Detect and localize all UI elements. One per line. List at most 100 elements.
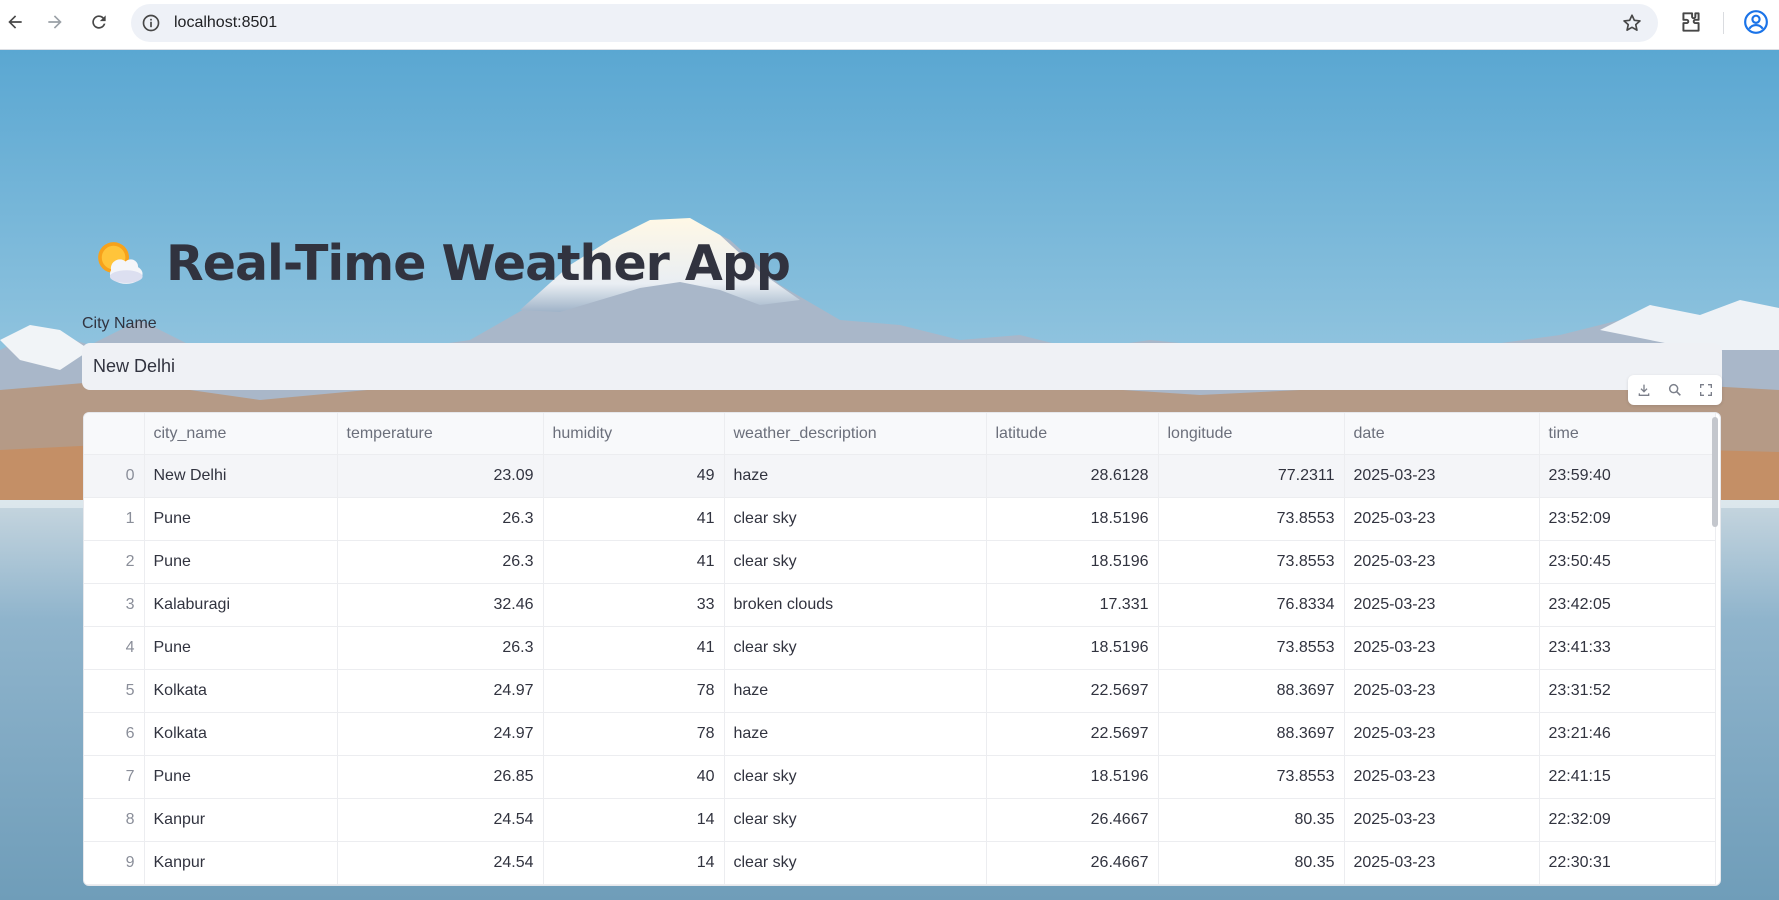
cell-date[interactable]: 2025-03-23 — [1344, 540, 1540, 584]
cell-city-name[interactable]: Kalaburagi — [144, 583, 338, 627]
city-name-input[interactable] — [82, 343, 1722, 390]
row-index[interactable]: 6 — [84, 712, 145, 756]
cell-temperature[interactable]: 24.54 — [337, 841, 544, 885]
table-row[interactable]: 7 Pune 26.85 40 clear sky 18.5196 73.855… — [84, 755, 1716, 799]
download-icon[interactable] — [1636, 382, 1652, 398]
cell-humidity[interactable]: 33 — [543, 583, 725, 627]
cell-latitude[interactable]: 17.331 — [986, 583, 1159, 627]
row-index[interactable]: 4 — [84, 626, 145, 670]
cell-weather-description[interactable]: clear sky — [724, 626, 987, 670]
cell-weather-description[interactable]: broken clouds — [724, 583, 987, 627]
info-icon[interactable] — [141, 13, 161, 33]
cell-humidity[interactable]: 41 — [543, 540, 725, 584]
cell-longitude[interactable]: 73.8553 — [1158, 755, 1345, 799]
cell-temperature[interactable]: 26.85 — [337, 755, 544, 799]
cell-humidity[interactable]: 14 — [543, 798, 725, 842]
cell-date[interactable]: 2025-03-23 — [1344, 583, 1540, 627]
cell-weather-description[interactable]: haze — [724, 712, 987, 756]
cell-longitude[interactable]: 73.8553 — [1158, 626, 1345, 670]
cell-latitude[interactable]: 26.4667 — [986, 841, 1159, 885]
cell-latitude[interactable]: 18.5196 — [986, 497, 1159, 541]
cell-latitude[interactable]: 22.5697 — [986, 669, 1159, 713]
cell-humidity[interactable]: 78 — [543, 712, 725, 756]
cell-city-name[interactable]: Pune — [144, 755, 338, 799]
cell-time[interactable]: 23:42:05 — [1539, 583, 1716, 627]
column-header-latitude[interactable]: latitude — [986, 413, 1159, 455]
cell-time[interactable]: 23:52:09 — [1539, 497, 1716, 541]
reload-icon[interactable] — [84, 7, 114, 37]
cell-time[interactable]: 23:50:45 — [1539, 540, 1716, 584]
row-index[interactable]: 0 — [84, 454, 145, 498]
row-index[interactable]: 8 — [84, 798, 145, 842]
cell-longitude[interactable]: 73.8553 — [1158, 497, 1345, 541]
column-header-time[interactable]: time — [1539, 413, 1716, 455]
cell-temperature[interactable]: 23.09 — [337, 454, 544, 498]
cell-weather-description[interactable]: haze — [724, 454, 987, 498]
cell-weather-description[interactable]: clear sky — [724, 841, 987, 885]
cell-humidity[interactable]: 41 — [543, 497, 725, 541]
cell-date[interactable]: 2025-03-23 — [1344, 626, 1540, 670]
cell-temperature[interactable]: 26.3 — [337, 540, 544, 584]
cell-city-name[interactable]: Pune — [144, 497, 338, 541]
cell-city-name[interactable]: Kolkata — [144, 669, 338, 713]
cell-date[interactable]: 2025-03-23 — [1344, 669, 1540, 713]
cell-temperature[interactable]: 32.46 — [337, 583, 544, 627]
cell-weather-description[interactable]: clear sky — [724, 755, 987, 799]
row-index[interactable]: 5 — [84, 669, 145, 713]
cell-longitude[interactable]: 73.8553 — [1158, 540, 1345, 584]
cell-city-name[interactable]: Kanpur — [144, 798, 338, 842]
row-index[interactable]: 7 — [84, 755, 145, 799]
cell-date[interactable]: 2025-03-23 — [1344, 497, 1540, 541]
cell-date[interactable]: 2025-03-23 — [1344, 712, 1540, 756]
cell-latitude[interactable]: 22.5697 — [986, 712, 1159, 756]
cell-longitude[interactable]: 88.3697 — [1158, 712, 1345, 756]
cell-weather-description[interactable]: haze — [724, 669, 987, 713]
table-row[interactable]: 2 Pune 26.3 41 clear sky 18.5196 73.8553… — [84, 540, 1716, 584]
row-index[interactable]: 1 — [84, 497, 145, 541]
column-header-city-name[interactable]: city_name — [144, 413, 338, 455]
table-scrollbar[interactable] — [1712, 417, 1718, 527]
cell-date[interactable]: 2025-03-23 — [1344, 755, 1540, 799]
cell-longitude[interactable]: 77.2311 — [1158, 454, 1345, 498]
table-row[interactable]: 6 Kolkata 24.97 78 haze 22.5697 88.3697 … — [84, 712, 1716, 756]
cell-longitude[interactable]: 80.35 — [1158, 798, 1345, 842]
cell-weather-description[interactable]: clear sky — [724, 798, 987, 842]
cell-city-name[interactable]: Pune — [144, 626, 338, 670]
cell-temperature[interactable]: 26.3 — [337, 626, 544, 670]
cell-date[interactable]: 2025-03-23 — [1344, 841, 1540, 885]
weather-dataframe[interactable]: city_name temperature humidity weather_d… — [83, 412, 1721, 886]
table-row[interactable]: 1 Pune 26.3 41 clear sky 18.5196 73.8553… — [84, 497, 1716, 541]
table-row[interactable]: 9 Kanpur 24.54 14 clear sky 26.4667 80.3… — [84, 841, 1716, 885]
cell-city-name[interactable]: Kolkata — [144, 712, 338, 756]
cell-temperature[interactable]: 24.97 — [337, 669, 544, 713]
column-header-longitude[interactable]: longitude — [1158, 413, 1345, 455]
cell-time[interactable]: 23:21:46 — [1539, 712, 1716, 756]
cell-longitude[interactable]: 76.8334 — [1158, 583, 1345, 627]
cell-latitude[interactable]: 18.5196 — [986, 626, 1159, 670]
url-text[interactable]: localhost:8501 — [174, 14, 277, 32]
cell-temperature[interactable]: 24.97 — [337, 712, 544, 756]
address-bar[interactable]: localhost:8501 — [131, 4, 1658, 42]
cell-city-name[interactable]: New Delhi — [144, 454, 338, 498]
cell-time[interactable]: 22:32:09 — [1539, 798, 1716, 842]
cell-city-name[interactable]: Kanpur — [144, 841, 338, 885]
cell-temperature[interactable]: 24.54 — [337, 798, 544, 842]
cell-humidity[interactable]: 49 — [543, 454, 725, 498]
search-icon[interactable] — [1667, 382, 1683, 398]
table-row[interactable]: 3 Kalaburagi 32.46 33 broken clouds 17.3… — [84, 583, 1716, 627]
cell-date[interactable]: 2025-03-23 — [1344, 454, 1540, 498]
row-index[interactable]: 3 — [84, 583, 145, 627]
row-index[interactable]: 2 — [84, 540, 145, 584]
column-header-temperature[interactable]: temperature — [337, 413, 544, 455]
cell-humidity[interactable]: 40 — [543, 755, 725, 799]
cell-latitude[interactable]: 18.5196 — [986, 540, 1159, 584]
column-header-date[interactable]: date — [1344, 413, 1540, 455]
table-row[interactable]: 4 Pune 26.3 41 clear sky 18.5196 73.8553… — [84, 626, 1716, 670]
cell-latitude[interactable]: 26.4667 — [986, 798, 1159, 842]
cell-time[interactable]: 23:59:40 — [1539, 454, 1716, 498]
cell-time[interactable]: 23:41:33 — [1539, 626, 1716, 670]
cell-latitude[interactable]: 28.6128 — [986, 454, 1159, 498]
cell-time[interactable]: 23:31:52 — [1539, 669, 1716, 713]
cell-city-name[interactable]: Pune — [144, 540, 338, 584]
column-header-humidity[interactable]: humidity — [543, 413, 725, 455]
